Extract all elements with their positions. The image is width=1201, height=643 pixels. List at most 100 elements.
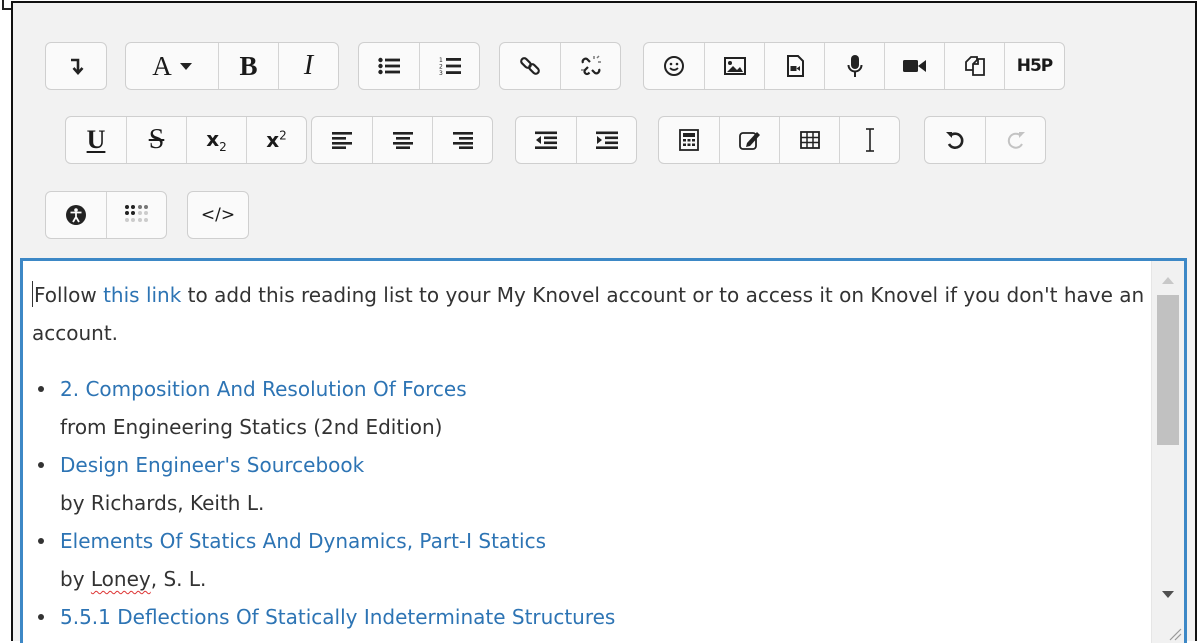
rich-text-editor: A B I 123 H5P U S x2 x2 </> Follow this … (11, 1, 1197, 643)
toolbar-group-indent (515, 116, 637, 164)
redo-icon (1007, 132, 1025, 149)
italic-button[interactable]: I (278, 43, 338, 89)
list-item-link[interactable]: 5.5.1 Deflections Of Statically Indeterm… (60, 605, 615, 629)
record-audio-icon (847, 55, 862, 77)
link-icon (520, 57, 540, 75)
image-button[interactable] (704, 43, 764, 89)
toolbar-group-links (499, 42, 621, 90)
character-map-icon (738, 132, 760, 150)
align-right-button[interactable] (432, 117, 492, 163)
html-source-button[interactable]: </> (188, 192, 248, 238)
clear-formatting-icon (865, 128, 874, 152)
vertical-scrollbar[interactable] (1151, 261, 1184, 643)
bullet (38, 538, 44, 544)
bullet (38, 614, 44, 620)
manage-files-button[interactable] (944, 43, 1004, 89)
toolbar-group-lists: 123 (358, 42, 480, 90)
editor-toolbar: A B I 123 H5P U S x2 x2 </> (13, 3, 1195, 258)
unordered-list-button[interactable] (359, 43, 419, 89)
table-icon (799, 131, 820, 149)
media-button[interactable] (764, 43, 824, 89)
toolbar-group-alignment (311, 116, 493, 164)
resize-grip-icon[interactable] (1168, 627, 1182, 641)
redo-button[interactable] (985, 117, 1045, 163)
align-left-button[interactable] (312, 117, 372, 163)
list-item-link[interactable]: 2. Composition And Resolution Of Forces (60, 377, 467, 401)
align-right-icon (452, 132, 473, 149)
unlink-icon (580, 55, 601, 76)
accessibility-checker-button[interactable] (46, 192, 106, 238)
bold-button[interactable]: B (218, 43, 278, 89)
emoji-icon (664, 56, 684, 76)
toolbar-group-history (924, 116, 1046, 164)
equation-button[interactable] (659, 117, 719, 163)
undo-icon (946, 132, 964, 149)
list-item: 5.5.1 Deflections Of Statically Indeterm… (32, 598, 1147, 636)
list-item-link[interactable]: Elements Of Statics And Dynamics, Part-I… (60, 529, 546, 553)
equation-icon (679, 129, 699, 151)
svg-text:3: 3 (439, 70, 443, 76)
italic-icon: I (303, 50, 314, 81)
corner-mark (2, 0, 11, 10)
strikethrough-button[interactable]: S (126, 117, 186, 163)
manage-files-icon (964, 56, 985, 76)
ordered-list-icon: 123 (439, 57, 461, 76)
record-video-icon (902, 60, 926, 72)
bold-icon: B (239, 50, 258, 81)
toolbar-group-media: H5P (643, 42, 1065, 90)
scroll-down-arrow-icon[interactable] (1162, 591, 1174, 598)
ordered-list-button[interactable]: 123 (419, 43, 479, 89)
underline-button[interactable]: U (66, 117, 126, 163)
toolbar-group-accessibility (45, 191, 167, 239)
record-video-button[interactable] (884, 43, 944, 89)
outdent-button[interactable] (516, 117, 576, 163)
editor-content-area[interactable]: Follow this link to add this reading lis… (20, 258, 1187, 643)
toolbar-group-text-decoration: U S x2 x2 (65, 116, 307, 164)
record-audio-button[interactable] (824, 43, 884, 89)
scroll-up-arrow-icon[interactable] (1162, 277, 1174, 284)
align-center-button[interactable] (372, 117, 432, 163)
toolbar-group-style: A B I (125, 42, 339, 90)
html-source-icon: </> (200, 205, 236, 225)
outdent-icon (535, 131, 557, 149)
show-more-buttons-icon (71, 58, 84, 75)
media-icon (786, 55, 804, 77)
screen-reader-helper-icon (124, 205, 148, 222)
reading-list: 2. Composition And Resolution Of Forces f… (32, 370, 1147, 636)
list-item: Elements Of Statics And Dynamics, Part-I… (32, 522, 1147, 598)
spellcheck-flagged-word[interactable]: Loney (91, 567, 151, 591)
toolbar-group-insert (658, 116, 900, 164)
toolbar-group-source: </> (187, 191, 249, 239)
intro-link[interactable]: this link (103, 283, 181, 307)
character-map-button[interactable] (719, 117, 779, 163)
bullet (38, 386, 44, 392)
indent-button[interactable] (576, 117, 636, 163)
editor-content[interactable]: Follow this link to add this reading lis… (32, 276, 1147, 636)
list-item: 2. Composition And Resolution Of Forces f… (32, 370, 1147, 446)
table-button[interactable] (779, 117, 839, 163)
show-more-buttons-button[interactable] (46, 43, 106, 89)
text-caret (32, 281, 33, 307)
unlink-button[interactable] (560, 43, 620, 89)
link-button[interactable] (500, 43, 560, 89)
accessibility-checker-icon (66, 205, 86, 225)
screen-reader-helper-button[interactable] (106, 192, 166, 238)
toolbar-group-collapse (45, 42, 107, 90)
subscript-button[interactable]: x2 (186, 117, 246, 163)
superscript-button[interactable]: x2 (246, 117, 306, 163)
underline-icon: U (86, 125, 106, 154)
h5p-icon: H5P (1016, 56, 1054, 76)
clear-formatting-button[interactable] (839, 117, 899, 163)
superscript-icon: x2 (266, 128, 287, 152)
indent-icon (595, 131, 618, 149)
list-item: Design Engineer's Sourcebook by Richards,… (32, 446, 1147, 522)
emoji-button[interactable] (644, 43, 704, 89)
list-item-link[interactable]: Design Engineer's Sourcebook (60, 453, 364, 477)
intro-paragraph: Follow this link to add this reading lis… (32, 281, 1145, 345)
list-item-byline: from Engineering Statics (2nd Edition) (60, 415, 443, 439)
undo-button[interactable] (925, 117, 985, 163)
h5p-button[interactable]: H5P (1004, 43, 1064, 89)
font-color-dropdown-button[interactable]: A (126, 43, 218, 89)
subscript-icon: x2 (206, 126, 227, 154)
scrollbar-thumb[interactable] (1157, 295, 1179, 445)
